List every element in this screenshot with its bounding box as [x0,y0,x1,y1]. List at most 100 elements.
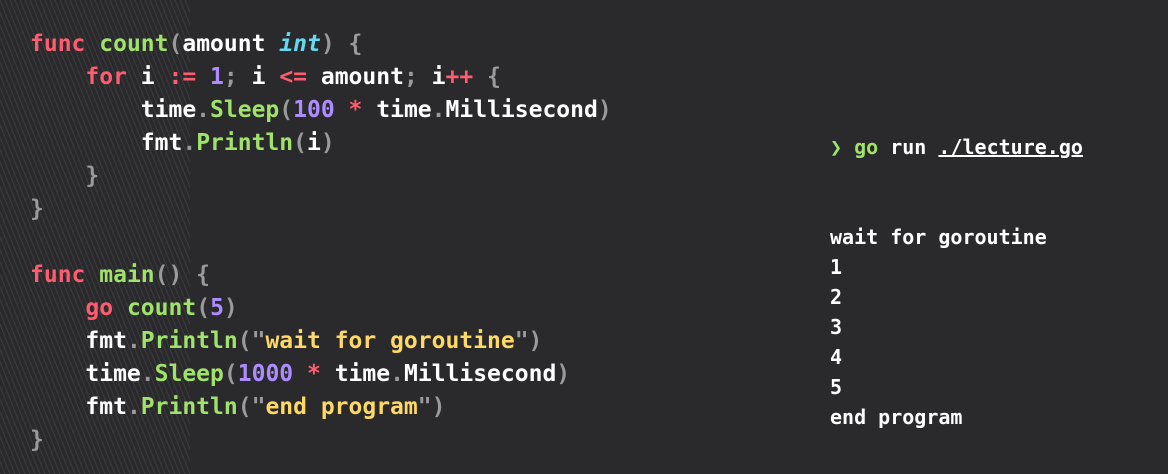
code-token: . [126,394,141,420]
code-line: func main() { [30,259,612,292]
code-line: func count(amount int) { [30,28,612,61]
code-token: Millisecond [445,97,598,123]
code-token: } [30,196,44,222]
code-token: () { [154,262,211,288]
code-token: Println [196,130,294,156]
terminal-command: go [854,135,879,159]
terminal-output-line: 3 [830,315,843,339]
code-token: for [85,64,127,90]
code-token: * [348,97,363,123]
terminal-panel: ❯ go run ./lecture.go wait for goroutine… [830,72,1083,462]
code-token: ) [223,295,238,321]
code-token: (" [237,328,266,354]
code-token: Println [140,394,238,420]
terminal-command-rest: run [878,135,939,159]
code-token: } [30,163,100,189]
code-token: func [30,31,86,57]
code-token: time [362,97,432,123]
code-line: time.Sleep(1000 * time.Millisecond) [30,358,612,391]
code-token: ; [403,64,418,90]
hatch-line [0,397,31,474]
code-token: := [168,64,197,90]
code-token: i [237,64,280,90]
code-token: { [487,64,501,90]
hatch-line [0,410,26,474]
code-token: fmt [30,394,127,420]
terminal-output-line: end program [830,405,963,429]
code-token: i [306,130,321,156]
code-token: wait for goroutine [265,328,515,354]
prompt-arrow-icon: ❯ [830,135,843,159]
code-token: . [140,361,155,387]
code-token: int [279,31,321,57]
code-token: i [417,64,446,90]
code-token: go [85,295,114,321]
terminal-command-line: ❯ go run ./lecture.go [830,132,1083,162]
code-token: . [182,130,197,156]
terminal-output-line: wait for goroutine [830,225,1047,249]
code-token: Println [140,328,238,354]
code-token: count [126,295,197,321]
code-token: ) [556,361,571,387]
code-token: fmt [30,328,127,354]
terminal-output-line: 5 [830,375,843,399]
code-token: . [431,97,446,123]
code-token: ) [320,130,335,156]
code-token: ; [223,64,238,90]
code-token: ( [293,130,307,156]
code-line: fmt.Println("wait for goroutine") [30,325,612,358]
code-line: } [30,193,612,226]
code-token: } [30,427,44,453]
code-line: } [30,160,612,193]
code-token: ( [279,97,294,123]
code-line: go count(5) [30,292,612,325]
code-token: ++ [445,64,474,90]
code-token: 5 [210,295,224,321]
code-token: 100 [293,97,335,123]
code-token: ) { [320,31,363,57]
code-editor: func count(amount int) { for i := 1; i <… [30,28,612,457]
hatch-line [0,422,21,474]
code-token: . [196,97,211,123]
code-token: count [99,31,169,57]
code-token: ") [417,394,446,420]
code-line: for i := 1; i <= amount; i++ { [30,61,612,94]
code-token: <= [279,64,308,90]
terminal-output: wait for goroutine 1 2 3 4 5 end program [830,222,1083,432]
terminal-output-line: 2 [830,285,843,309]
code-token: Millisecond [403,361,557,387]
terminal-command-arg: ./lecture.go [938,135,1083,159]
code-token: ( [168,31,183,57]
code-token: ") [514,328,543,354]
code-token: time [30,361,141,387]
code-token: 1000 [237,361,294,387]
terminal-output-line: 1 [830,255,843,279]
code-line: fmt.Println(i) [30,127,612,160]
code-token: time [320,361,391,387]
code-token: amount [182,31,280,57]
code-token: 1 [210,64,224,90]
hatch-line [0,460,6,474]
hatch-line [0,435,16,474]
hatch-line [0,447,11,474]
code-token: (" [237,394,266,420]
code-token: ( [223,361,238,387]
code-token: func [30,262,86,288]
code-line: fmt.Println("end program") [30,391,612,424]
code-token: Sleep [154,361,224,387]
terminal-output-line: 4 [830,345,843,369]
code-token: time [30,97,197,123]
code-token: Sleep [210,97,280,123]
code-token: main [99,262,155,288]
code-line: time.Sleep(100 * time.Millisecond) [30,94,612,127]
code-token: ( [196,295,211,321]
code-token: amount [307,64,404,90]
